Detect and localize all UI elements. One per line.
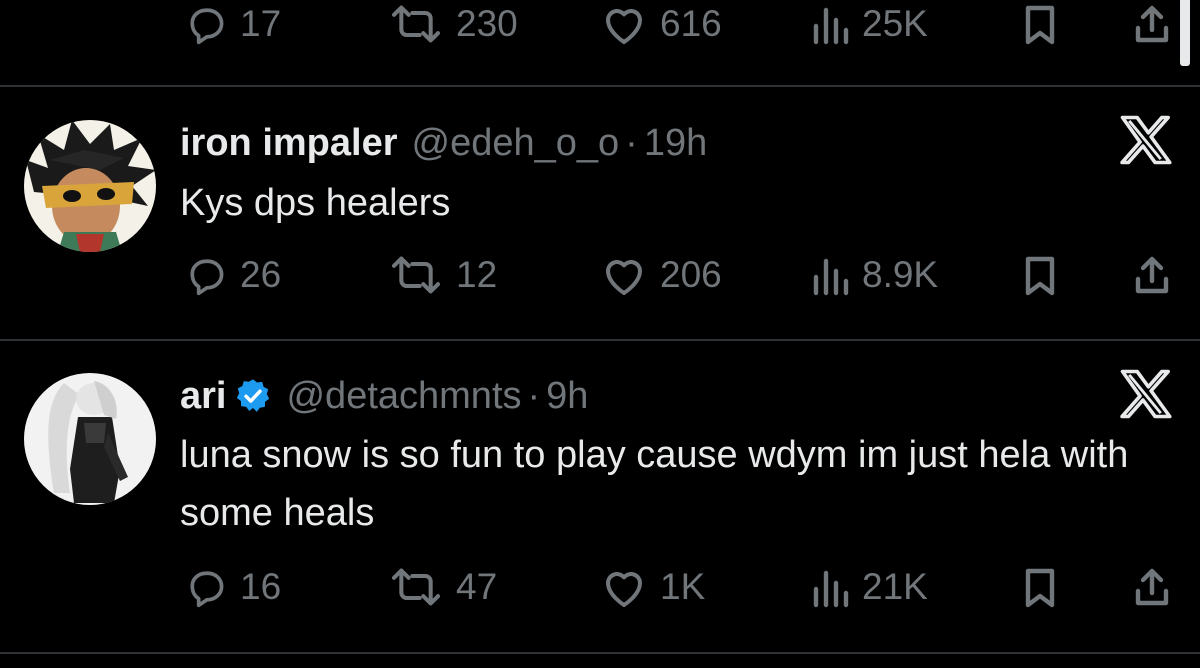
tweet-text: Kys dps healers — [180, 182, 451, 224]
repost-icon — [391, 5, 441, 43]
more-indicator — [1180, 0, 1190, 66]
avatar-image — [24, 120, 156, 252]
views-bar-chart-icon — [813, 570, 849, 608]
share-icon — [1135, 5, 1169, 43]
tweet-header: ari @detachmnts · 9h — [180, 374, 588, 418]
views-bar-chart-icon — [813, 258, 849, 296]
reply-count: 26 — [240, 254, 282, 295]
handle[interactable]: @edeh_o_o — [412, 121, 620, 165]
avatar-image — [24, 373, 156, 505]
repost-count: 12 — [456, 254, 498, 295]
top-tweet-action-bar: 17 230 616 25K — [180, 0, 1180, 48]
bookmark-button[interactable] — [1020, 251, 1060, 299]
divider — [0, 652, 1200, 654]
views-button[interactable]: 8.9K — [810, 251, 938, 299]
separator: · — [527, 375, 541, 417]
views-count: 8.9K — [862, 254, 939, 295]
timestamp[interactable]: 9h — [546, 374, 588, 418]
share-button[interactable] — [1132, 251, 1172, 299]
tweet-action-bar: 26 12 206 8.9K — [180, 251, 1180, 299]
repost-icon — [391, 568, 441, 606]
share-icon — [1135, 568, 1169, 606]
bookmark-icon — [1025, 5, 1055, 45]
repost-button[interactable]: 47 — [388, 563, 497, 611]
avatar[interactable] — [24, 373, 156, 505]
share-icon — [1135, 256, 1169, 294]
heart-icon — [606, 9, 642, 44]
repost-count: 47 — [456, 566, 498, 607]
verified-badge-icon — [234, 377, 272, 415]
views-bar-chart-icon — [813, 7, 849, 45]
tweet-header: iron impaler @edeh_o_o · 19h — [180, 121, 707, 165]
x-logo-icon — [1118, 115, 1172, 165]
repost-button[interactable]: 12 — [388, 251, 497, 299]
repost-icon — [391, 256, 441, 294]
reply-button[interactable]: 17 — [184, 0, 281, 48]
views-button[interactable]: 21K — [810, 563, 928, 611]
views-count: 21K — [862, 566, 928, 607]
bookmark-icon — [1025, 256, 1055, 296]
display-name[interactable]: iron impaler — [180, 121, 398, 165]
like-count: 206 — [660, 254, 722, 295]
views-count: 25K — [862, 3, 928, 44]
share-button[interactable] — [1132, 563, 1172, 611]
reply-count: 17 — [240, 3, 282, 44]
reply-icon — [190, 259, 224, 296]
share-button[interactable] — [1132, 0, 1172, 48]
like-count: 616 — [660, 3, 722, 44]
timestamp[interactable]: 19h — [644, 121, 707, 165]
tweet-action-bar: 16 47 1K 21K — [180, 563, 1180, 611]
handle[interactable]: @detachmnts — [286, 374, 521, 418]
tweet[interactable]: iron impaler @edeh_o_o · 19h Kys dps hea… — [0, 87, 1200, 340]
x-logo-icon — [1118, 369, 1172, 419]
separator: · — [625, 122, 638, 164]
display-name[interactable]: ari — [180, 374, 226, 418]
reply-icon — [190, 8, 224, 45]
tweet-text: luna snow is so fun to play cause wdym i… — [180, 434, 1129, 534]
reply-icon — [190, 571, 224, 608]
like-button[interactable]: 1K — [600, 563, 705, 611]
views-button[interactable]: 25K — [810, 0, 928, 48]
reply-button[interactable]: 26 — [184, 251, 281, 299]
heart-icon — [606, 260, 642, 295]
repost-button[interactable]: 230 — [388, 0, 518, 48]
bookmark-icon — [1025, 568, 1055, 608]
avatar[interactable] — [24, 120, 156, 252]
heart-icon — [606, 572, 642, 607]
like-button[interactable]: 206 — [600, 251, 722, 299]
tweet[interactable]: ari @detachmnts · 9h luna snow is so fun… — [0, 341, 1200, 651]
like-count: 1K — [660, 566, 706, 607]
like-button[interactable]: 616 — [600, 0, 722, 48]
repost-count: 230 — [456, 3, 518, 44]
reply-count: 16 — [240, 566, 282, 607]
bookmark-button[interactable] — [1020, 0, 1060, 48]
bookmark-button[interactable] — [1020, 563, 1060, 611]
reply-button[interactable]: 16 — [184, 563, 281, 611]
